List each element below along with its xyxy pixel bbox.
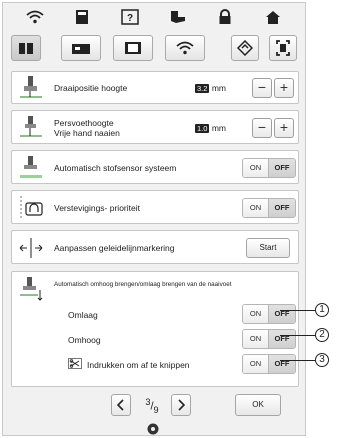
on-option[interactable]: ON: [243, 305, 269, 323]
increase-button[interactable]: +: [274, 78, 294, 98]
guideline-setting: Aanpassen geleidelijnmarkering Start: [11, 230, 299, 264]
scissors-icon: [68, 358, 82, 369]
increase-button[interactable]: +: [274, 118, 294, 138]
off-option[interactable]: OFF: [269, 330, 295, 348]
callout-2: 2: [315, 328, 329, 342]
fabric-sensor-icon: [20, 156, 42, 178]
cut-press-toggle[interactable]: ON OFF: [242, 354, 296, 374]
on-option[interactable]: ON: [243, 355, 269, 373]
screen-icon[interactable]: [113, 35, 153, 61]
diamond-icon[interactable]: [231, 35, 259, 61]
top-toolbar: ?: [3, 3, 305, 31]
callout-line-1: [280, 310, 315, 311]
presser-height-label: Draaipositie hoogte: [54, 83, 128, 93]
presser-height-value: 3.2: [195, 84, 210, 93]
presser-freemotion-label-2: Vrije hand naaien: [54, 128, 120, 138]
machine-icon[interactable]: [61, 35, 101, 61]
off-option[interactable]: OFF: [269, 159, 295, 177]
home-icon[interactable]: [262, 7, 284, 27]
presser-down-toggle[interactable]: ON OFF: [242, 304, 296, 324]
page-icon[interactable]: [71, 7, 93, 27]
previous-page-button[interactable]: [111, 394, 131, 416]
wifi-setting-icon[interactable]: [165, 35, 205, 61]
off-option[interactable]: OFF: [269, 355, 295, 373]
reinforce-priority-toggle[interactable]: ON OFF: [242, 198, 296, 218]
lock-icon[interactable]: [214, 7, 236, 27]
next-page-button[interactable]: [171, 394, 191, 416]
page-indicator: 3/9: [145, 397, 159, 415]
reinforce-priority-setting: Verstevigings- prioriteit ON OFF: [11, 190, 299, 224]
on-option[interactable]: ON: [243, 199, 269, 217]
freemotion-foot-icon: [20, 116, 42, 137]
reinforce-priority-label: Verstevigings- prioriteit: [54, 203, 140, 213]
callout-line-3: [280, 360, 315, 361]
wifi-icon[interactable]: [24, 7, 46, 27]
start-button[interactable]: Start: [246, 238, 290, 258]
guideline-label: Aanpassen geleidelijnmarkering: [54, 243, 175, 253]
on-option[interactable]: ON: [243, 330, 269, 348]
auto-sensor-label: Automatisch stofsensor systeem: [54, 163, 177, 173]
auto-sensor-toggle[interactable]: ON OFF: [242, 158, 296, 178]
presser-up-toggle[interactable]: ON OFF: [242, 329, 296, 349]
presser-down-label: Omlaag: [68, 310, 98, 320]
page-total: 9: [153, 404, 159, 415]
presser-lift-icon: [20, 277, 43, 301]
presser-foot-icon: [20, 76, 42, 98]
decrease-button[interactable]: −: [252, 78, 272, 98]
category-toolbar: [11, 33, 299, 65]
settings-gear-icon[interactable]: [147, 423, 159, 435]
presser-height-setting: Draaipositie hoogte 3.2 mm − +: [11, 71, 299, 104]
ok-button[interactable]: OK: [235, 394, 281, 416]
callout-3: 3: [315, 353, 329, 367]
help-icon[interactable]: ?: [119, 7, 141, 27]
page-current: 3: [145, 397, 151, 407]
svg-text:?: ?: [127, 13, 133, 24]
reinforcement-icon: [20, 196, 43, 220]
presser-freemotion-unit: mm: [211, 123, 226, 133]
settings-screen: ? Draaipositie hoogte 3.2 mm − + Persvoe…: [2, 2, 306, 436]
presser-up-label: Omhoog: [68, 335, 101, 345]
presser-freemotion-value: 1.0: [195, 124, 210, 133]
off-option[interactable]: OFF: [269, 305, 295, 323]
callout-line-2: [280, 335, 315, 336]
off-option[interactable]: OFF: [269, 199, 295, 217]
guideline-icon: [19, 238, 43, 258]
frame-icon[interactable]: [269, 35, 297, 61]
auto-sensor-setting: Automatisch stofsensor systeem ON OFF: [11, 150, 299, 184]
auto-presser-header: Automatisch omhoog brengen/omlaag brenge…: [54, 281, 232, 288]
presser-freemotion-setting: Persvoethoogte Vrije hand naaien 1.0 mm …: [11, 110, 299, 144]
foot-icon[interactable]: [167, 7, 189, 27]
presser-height-unit: mm: [211, 83, 226, 93]
callout-1: 1: [315, 303, 329, 317]
on-option[interactable]: ON: [243, 159, 269, 177]
decrease-button[interactable]: −: [252, 118, 272, 138]
cut-press-label: Indrukken om af te knippen: [87, 360, 190, 370]
book-icon[interactable]: [11, 35, 41, 61]
auto-presser-setting: Automatisch omhoog brengen/omlaag brenge…: [11, 271, 299, 387]
